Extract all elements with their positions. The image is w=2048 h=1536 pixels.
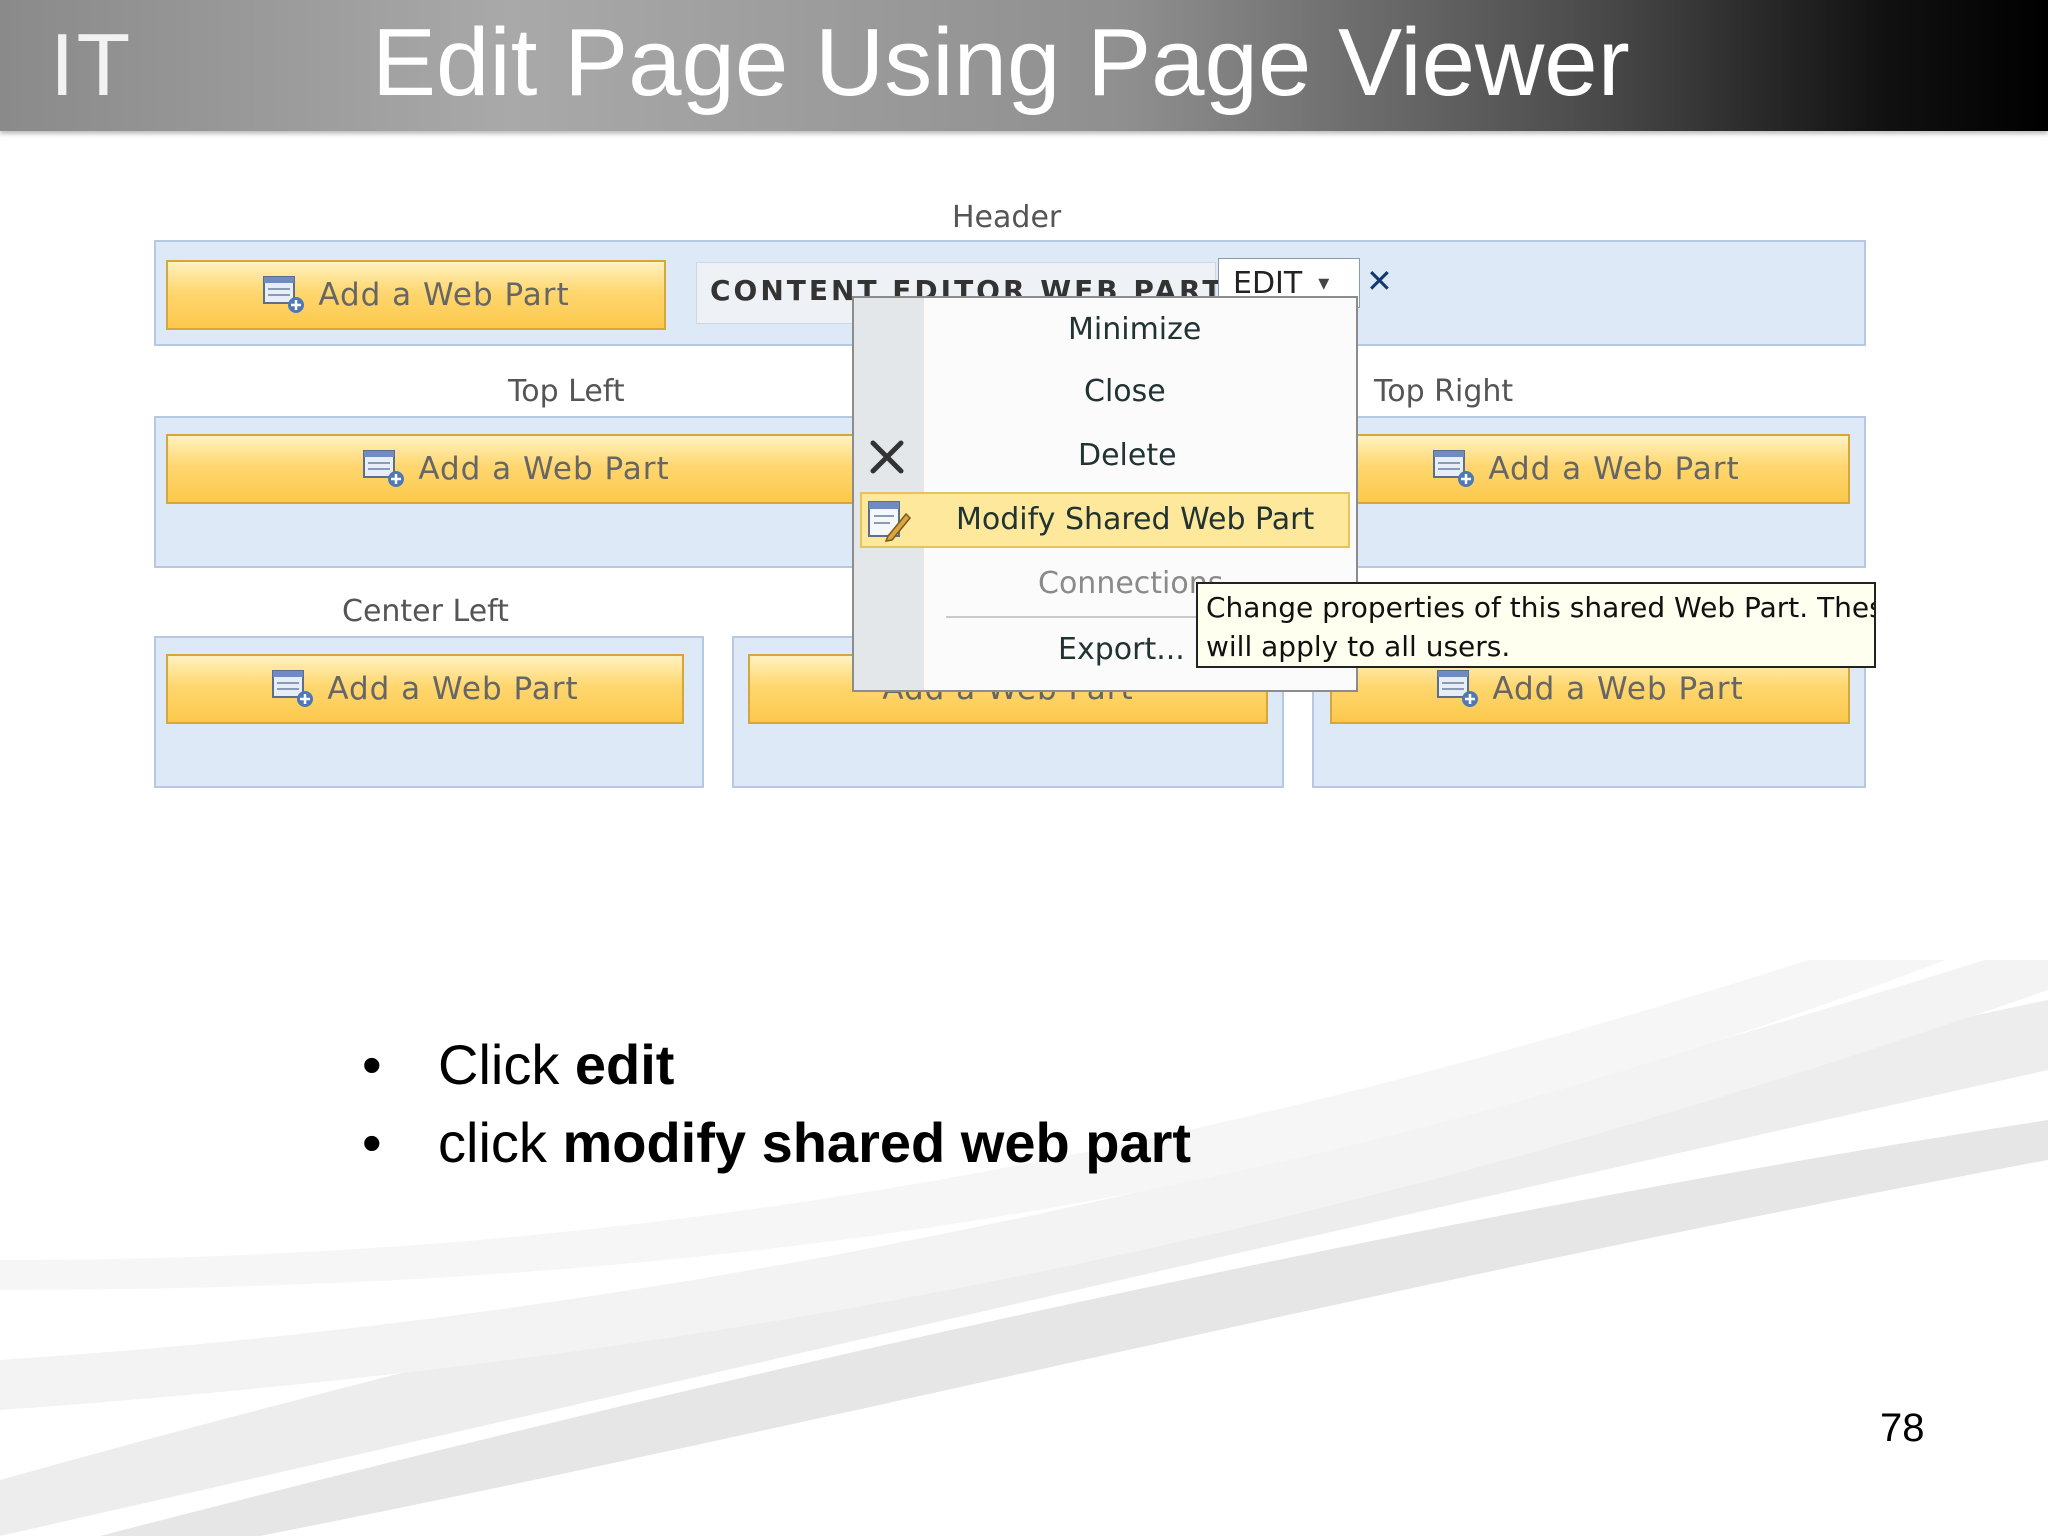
zone-label-header: Header xyxy=(952,200,1062,235)
background-swoosh xyxy=(0,960,2048,1536)
close-icon[interactable]: ✕ xyxy=(1366,262,1393,300)
tooltip-line-2: will apply to all users. xyxy=(1206,630,1511,663)
menu-item-minimize[interactable]: Minimize xyxy=(1068,312,1201,347)
chevron-down-icon: ▾ xyxy=(1318,270,1330,296)
tooltip: Change properties of this shared Web Par… xyxy=(1196,582,1876,668)
menu-item-delete[interactable]: Delete xyxy=(1078,438,1177,473)
add-web-part-icon xyxy=(1433,450,1475,487)
bullet-item: • click modify shared web part xyxy=(362,1110,1191,1175)
add-web-part-button-top-right[interactable]: Add a Web Part xyxy=(1322,434,1850,504)
page-number: 78 xyxy=(1880,1406,1925,1450)
zone-label-top-right: Top Right xyxy=(1374,374,1514,409)
add-web-part-label: Add a Web Part xyxy=(1488,451,1740,487)
menu-item-close[interactable]: Close xyxy=(1084,374,1166,409)
menu-item-modify-shared-web-part[interactable]: Modify Shared Web Part xyxy=(956,502,1314,537)
bullet-text: click xyxy=(438,1111,563,1174)
add-web-part-icon xyxy=(363,450,405,487)
add-web-part-button-top-left[interactable]: Add a Web Part xyxy=(166,434,866,504)
add-web-part-label: Add a Web Part xyxy=(327,671,579,707)
add-web-part-label: Add a Web Part xyxy=(1492,671,1744,707)
add-web-part-button-header[interactable]: Add a Web Part xyxy=(166,260,666,330)
slide-title: Edit Page Using Page Viewer xyxy=(372,9,1630,116)
add-web-part-icon xyxy=(263,276,305,313)
bullet-item: • Click edit xyxy=(362,1032,674,1097)
add-web-part-icon xyxy=(1437,670,1479,707)
add-web-part-label: Add a Web Part xyxy=(418,451,670,487)
logo: IT xyxy=(50,15,133,114)
menu-item-export[interactable]: Export... xyxy=(1058,632,1185,667)
add-web-part-icon xyxy=(272,670,314,707)
add-web-part-button-center-left[interactable]: Add a Web Part xyxy=(166,654,684,724)
bullet-text: Click xyxy=(438,1033,575,1096)
zone-label-top-left: Top Left xyxy=(508,374,625,409)
bullet-dot: • xyxy=(362,1111,382,1174)
bullet-bold-text: edit xyxy=(574,1033,675,1096)
add-web-part-label: Add a Web Part xyxy=(318,277,570,313)
bullet-bold-text: modify shared web part xyxy=(562,1111,1192,1174)
zone-label-center-left: Center Left xyxy=(342,594,509,629)
modify-edit-icon xyxy=(868,501,912,542)
tooltip-line-1: Change properties of this shared Web Par… xyxy=(1206,591,1876,624)
bullet-dot: • xyxy=(362,1033,382,1096)
delete-x-icon xyxy=(870,440,904,474)
